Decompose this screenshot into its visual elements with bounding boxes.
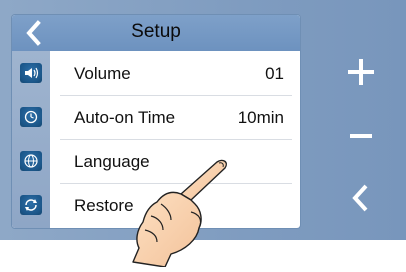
back-side-button[interactable]: [328, 176, 388, 220]
restore-icon: [20, 195, 42, 215]
plus-icon: [348, 59, 374, 85]
timer-icon: [20, 107, 42, 127]
title-bar: Setup: [12, 15, 300, 51]
menu-item-label: Auto-on Time: [74, 108, 176, 127]
back-arrow-icon: [352, 184, 368, 212]
minus-button[interactable]: [328, 114, 388, 158]
speaker-icon: [20, 63, 42, 83]
pointing-hand-illustration: [105, 150, 245, 268]
menu-item-value: 01: [265, 64, 284, 83]
plus-button[interactable]: [328, 50, 388, 94]
menu-item-label: Volume: [74, 64, 131, 83]
globe-icon: [20, 151, 42, 171]
menu-item-auto-on-time[interactable]: Auto-on Time 10min: [12, 96, 300, 140]
page-title: Setup: [131, 21, 181, 42]
minus-icon: [350, 134, 372, 138]
menu-item-volume[interactable]: Volume 01: [12, 52, 300, 96]
menu-item-value: 10min: [237, 108, 284, 127]
